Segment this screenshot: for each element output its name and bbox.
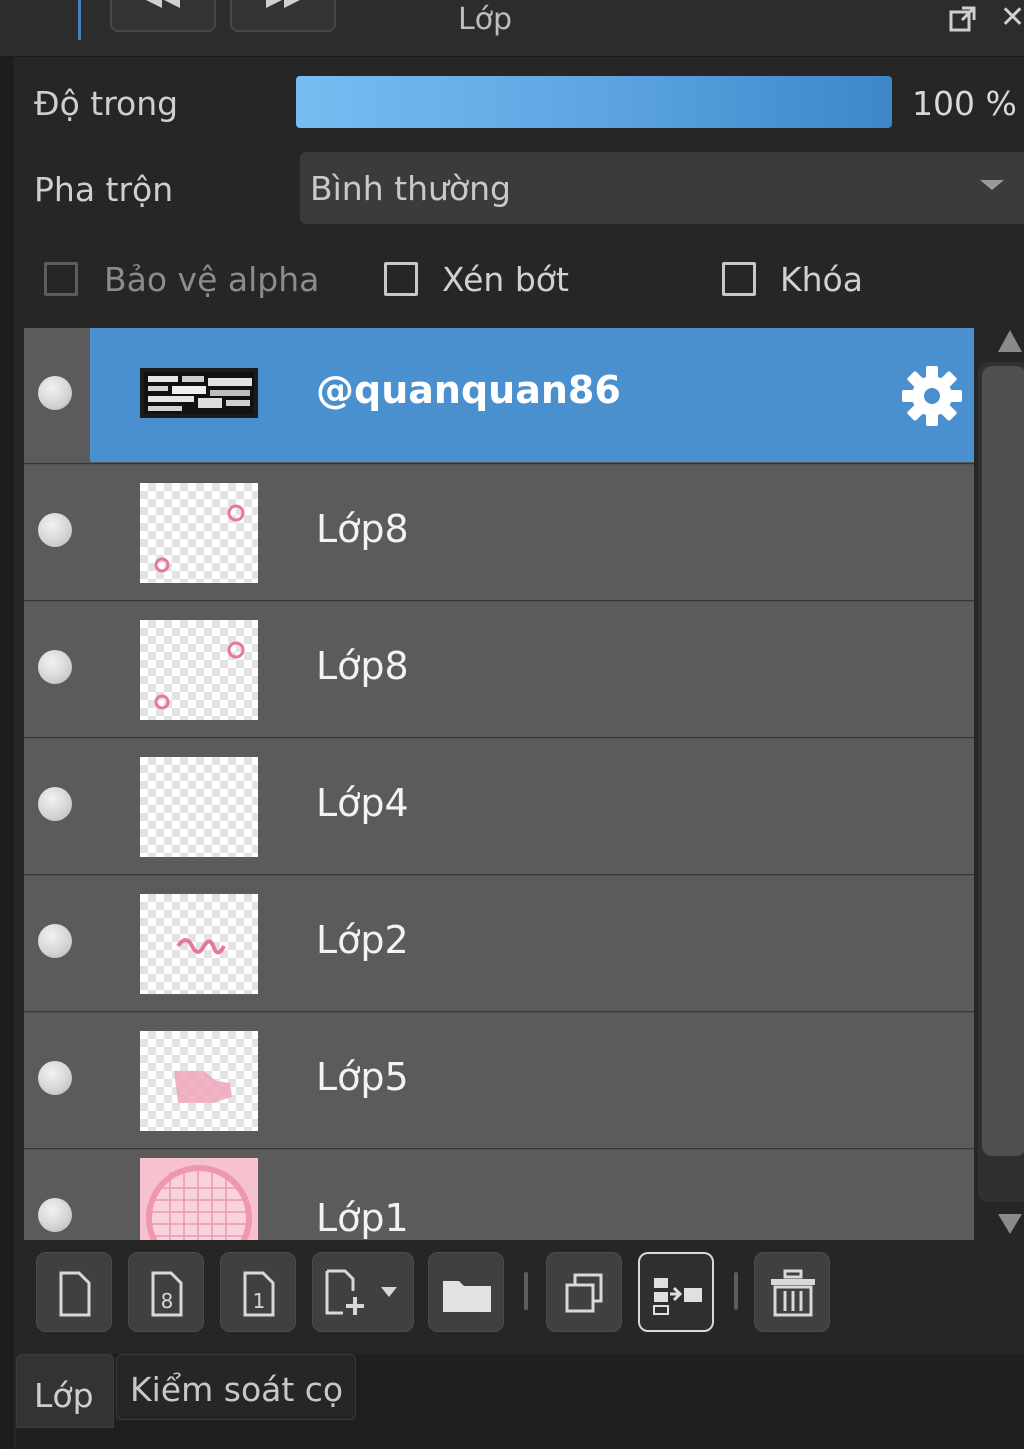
layer-name[interactable]: Lớp5	[316, 1055, 409, 1099]
new-8bit-layer-button[interactable]: 8	[128, 1252, 204, 1332]
gear-icon[interactable]	[900, 364, 964, 428]
layer-thumbnail	[140, 757, 258, 857]
popout-icon[interactable]	[948, 4, 978, 34]
layer-row[interactable]: @quanquan86	[24, 328, 974, 464]
visibility-toggle[interactable]	[38, 650, 72, 684]
svg-text:1: 1	[253, 1289, 266, 1313]
fast-forward-icon-2	[284, 0, 300, 8]
tab-layers-label: Lớp	[34, 1376, 94, 1415]
layer-row[interactable]: Lớp2	[24, 876, 974, 1012]
layer-thumbnail	[140, 483, 258, 583]
delete-layer-icon	[771, 1269, 815, 1317]
clipping-checkbox[interactable]	[384, 262, 418, 296]
layer-row[interactable]: Lớp8	[24, 602, 974, 738]
layer-thumbnail	[140, 1158, 258, 1240]
visibility-toggle[interactable]	[38, 924, 72, 958]
layer-thumbnail	[140, 1031, 258, 1131]
tab-brush-control-label: Kiểm soát cọ	[130, 1370, 344, 1409]
new-folder-button[interactable]	[428, 1252, 504, 1332]
panel-title: Lớp	[457, 2, 513, 37]
new-1bit-layer-icon: 1	[243, 1271, 275, 1317]
visibility-toggle[interactable]	[38, 1198, 72, 1232]
new-folder-icon	[443, 1281, 491, 1312]
scroll-up-arrow-icon[interactable]	[998, 330, 1022, 352]
new-8bit-layer-icon: 8	[151, 1271, 183, 1317]
scroll-down-arrow-icon[interactable]	[998, 1214, 1022, 1234]
opacity-label: Độ trong	[34, 84, 179, 123]
rewind-button[interactable]	[110, 0, 216, 32]
layer-thumbnail	[140, 368, 258, 418]
rewind-icon	[146, 0, 162, 8]
toolbar-separator	[524, 1272, 528, 1310]
add-layer-menu-icon	[325, 1269, 397, 1315]
chevron-down-icon	[980, 180, 1004, 190]
blend-mode-label: Pha trộn	[34, 170, 174, 209]
layer-name[interactable]: Lớp4	[316, 781, 409, 825]
opacity-value: 100 %	[912, 84, 1017, 123]
layer-name[interactable]: Lớp1	[316, 1196, 409, 1240]
opacity-slider[interactable]	[296, 76, 892, 128]
visibility-toggle[interactable]	[38, 1061, 72, 1095]
panel-left-edge	[0, 56, 14, 1449]
layer-name[interactable]: Lớp8	[316, 507, 409, 551]
fast-forward-button[interactable]	[230, 0, 336, 32]
scrollbar-thumb[interactable]	[982, 366, 1024, 1156]
layer-thumbnail	[140, 620, 258, 720]
alpha-protect-label: Bảo vệ alpha	[104, 260, 320, 299]
layer-row[interactable]: Lớp5	[24, 1013, 974, 1149]
layer-thumbnail	[140, 894, 258, 994]
new-layer-icon	[59, 1271, 91, 1317]
duplicate-layer-button[interactable]	[546, 1252, 622, 1332]
visibility-toggle[interactable]	[38, 513, 72, 547]
delete-layer-button[interactable]	[754, 1252, 830, 1332]
layer-name[interactable]: @quanquan86	[316, 368, 621, 412]
visibility-toggle[interactable]	[38, 787, 72, 821]
duplicate-layer-icon	[565, 1273, 603, 1313]
merge-down-icon	[653, 1278, 702, 1315]
blend-mode-select[interactable]: Bình thường	[300, 152, 1024, 224]
fast-forward-icon	[266, 0, 282, 8]
layer-row[interactable]: Lớp4	[24, 739, 974, 875]
lock-label: Khóa	[780, 260, 863, 299]
svg-text:8: 8	[161, 1289, 174, 1313]
rewind-icon-2	[164, 0, 180, 8]
new-1bit-layer-button[interactable]: 1	[220, 1252, 296, 1332]
blend-mode-value: Bình thường	[310, 169, 511, 208]
lock-checkbox[interactable]	[722, 262, 756, 296]
alpha-protect-checkbox[interactable]	[44, 262, 78, 296]
close-icon[interactable]: ✕	[1000, 0, 1024, 35]
layer-name[interactable]: Lớp8	[316, 644, 409, 688]
layer-name[interactable]: Lớp2	[316, 918, 409, 962]
layer-row[interactable]: Lớp8	[24, 465, 974, 601]
layer-list[interactable]: @quanquan86 Lớp8 Lớp8 Lớp4 Lớp2 Lớp5 Lớp…	[24, 328, 974, 1240]
visibility-toggle[interactable]	[38, 376, 72, 410]
toolbar-separator	[734, 1272, 738, 1310]
new-layer-button[interactable]	[36, 1252, 112, 1332]
add-layer-menu-button[interactable]	[312, 1252, 414, 1332]
layer-row[interactable]: Lớp1	[24, 1150, 974, 1240]
titlebar-accent	[78, 0, 81, 40]
clipping-label: Xén bớt	[442, 260, 569, 299]
merge-down-button[interactable]	[638, 1252, 714, 1332]
